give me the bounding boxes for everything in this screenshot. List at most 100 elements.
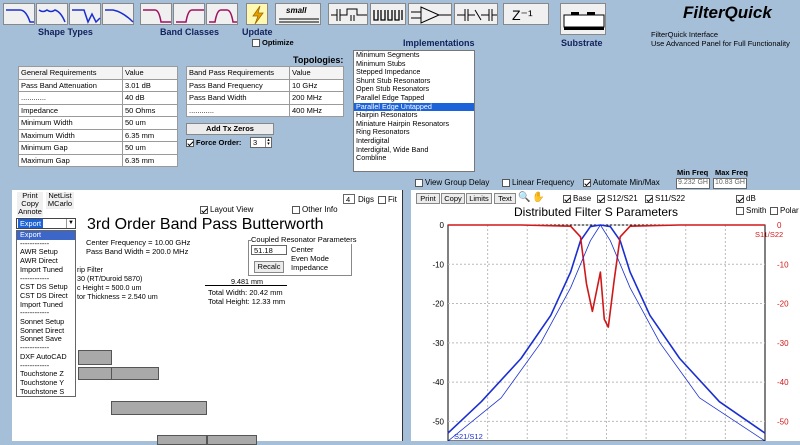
dimension-text: 9.481 mm — [231, 277, 263, 286]
center-label: Center — [291, 245, 314, 254]
impl-active-button[interactable] — [408, 3, 452, 25]
shape-type-chebyshev-button[interactable] — [36, 3, 68, 25]
app-title: FilterQuick — [683, 3, 772, 22]
table-row: ............ 40 dB — [18, 91, 178, 105]
mcarlo-button[interactable]: MCarlo — [46, 200, 74, 209]
min-freq-field[interactable]: 9.232 GH — [676, 178, 710, 189]
lowpass-shape-icon — [6, 9, 34, 23]
table-row: Maximum Width 6.35 mm — [18, 128, 178, 142]
linear-frequency-checkbox[interactable]: Linear Frequency — [502, 178, 574, 187]
smith-checkbox[interactable]: Smith — [736, 206, 766, 215]
db-checkbox[interactable]: dB — [736, 194, 756, 203]
small-button[interactable]: small — [275, 3, 321, 25]
coupled-value-field[interactable]: 51.18 — [251, 245, 287, 255]
max-freq-field[interactable]: 10.83 GH — [713, 178, 747, 189]
band-highpass-icon — [176, 9, 204, 23]
update-button[interactable] — [246, 3, 268, 25]
resonator-block — [111, 367, 159, 380]
plot-copy-button[interactable]: Copy — [441, 193, 465, 204]
force-order-stepper[interactable]: 3 ▴ ▾ — [250, 137, 272, 148]
impedance-label: Impedance — [291, 263, 329, 272]
layout-view-checkbox[interactable]: Layout View — [200, 205, 253, 214]
shape-types-label: Shape Types — [38, 27, 93, 37]
implementations-label: Implementations — [403, 38, 475, 48]
digs-field[interactable]: 4 — [343, 194, 355, 204]
total-height-text: Total Height: 12.33 mm — [208, 297, 286, 306]
shape-type-elliptic-button[interactable] — [69, 3, 101, 25]
resonator-block — [78, 350, 112, 365]
y-tick-label-left: -30 — [432, 339, 444, 348]
topologies-list[interactable]: Minimum Segments Minimum Stubs Stepped Imp… — [353, 50, 475, 172]
y-tick-label-right: -40 — [777, 378, 789, 387]
distributed-wave-icon — [373, 10, 403, 21]
linear-phase-shape-icon — [105, 9, 134, 23]
impl-digital-button[interactable]: Z⁻¹ — [503, 3, 549, 25]
center-frequency-text: Center Frequency = 10.00 GHz — [86, 238, 191, 247]
list-item[interactable]: Combline — [354, 154, 474, 163]
export-menu-item[interactable]: Touchstone S — [17, 387, 75, 397]
table-row: Minimum Gap 50 um — [18, 141, 178, 155]
layout-annote-button[interactable]: Annote — [17, 208, 43, 217]
switched-cap-icon — [457, 9, 497, 21]
app-subtitle: FilterQuick Interface — [651, 30, 719, 39]
y-tick-label-left: 0 — [440, 221, 445, 230]
other-info-checkbox[interactable]: Other Info — [292, 205, 338, 214]
band-class-highpass-button[interactable] — [173, 3, 205, 25]
view-group-delay-checkbox[interactable]: View Group Delay — [415, 178, 489, 187]
resonator-block — [157, 435, 207, 445]
table-row: Minimum Width 50 um — [18, 116, 178, 130]
total-width-text: Total Width: 20.42 mm — [208, 288, 283, 297]
min-freq-label: Min Freq — [677, 168, 709, 177]
band-bandpass-icon — [209, 9, 237, 23]
opamp-icon — [411, 6, 451, 24]
plot-text-button[interactable]: Text — [494, 193, 516, 204]
band-lowpass-icon — [143, 9, 171, 23]
z-minus-one-label: Z⁻¹ — [512, 7, 533, 23]
add-tx-zeros-button[interactable]: Add Tx Zeros — [186, 123, 274, 135]
plot-limits-button[interactable]: Limits — [466, 193, 492, 204]
optimize-checkbox[interactable]: Optimize — [252, 38, 294, 48]
y-tick-label-left: -20 — [432, 300, 444, 309]
y-tick-label-right: -20 — [777, 300, 789, 309]
fit-checkbox[interactable]: Fit — [378, 195, 397, 204]
impl-lumped-button[interactable] — [328, 3, 368, 25]
general-header-name: General Requirements — [18, 66, 123, 80]
y-tick-label-right: 0 — [777, 221, 782, 230]
pan-hand-icon[interactable]: ✋ — [532, 192, 544, 203]
shape-type-linear-phase-button[interactable] — [102, 3, 134, 25]
update-label: Update — [242, 27, 273, 37]
bandpass-header-name: Band Pass Requirements — [186, 66, 290, 80]
table-row: ............ 400 MHz — [186, 103, 344, 117]
recalc-button[interactable]: Recalc — [254, 261, 284, 273]
s12s21-checkbox[interactable]: S12/S21 — [597, 194, 638, 203]
band-class-lowpass-button[interactable] — [140, 3, 172, 25]
impl-distributed-button[interactable] — [370, 3, 406, 25]
max-freq-label: Max Freq — [715, 168, 748, 177]
lumped-circuit-icon — [331, 8, 367, 21]
substrate-info-4: tor Thickness = 2.540 um — [77, 292, 158, 301]
topologies-label: Topologies: — [293, 55, 344, 65]
resonator-block — [78, 367, 112, 380]
automate-min-max-checkbox[interactable]: Automate Min/Max — [583, 178, 660, 187]
plot-print-button[interactable]: Print — [416, 193, 440, 204]
stepper-arrows-icon[interactable]: ▴ ▾ — [265, 138, 271, 147]
band-class-bandpass-button[interactable] — [206, 3, 238, 25]
force-order-label: Force Order: — [196, 138, 242, 147]
base-checkbox[interactable]: Base — [563, 194, 591, 203]
export-select-value: Export — [18, 219, 44, 228]
zoom-icon[interactable]: 🔍 — [518, 192, 530, 203]
impl-switched-button[interactable] — [454, 3, 498, 25]
export-menu[interactable]: Export ------------ AWR Setup AWR Direct Imp… — [16, 230, 76, 398]
elliptic-shape-icon — [72, 9, 101, 24]
layout-title: 3rd Order Band Pass Butterworth — [87, 216, 324, 233]
substrate-info-1: rip Filter — [77, 265, 103, 274]
export-select[interactable]: Export ▼ — [16, 218, 76, 229]
substrate-button[interactable] — [560, 3, 606, 35]
polar-checkbox[interactable]: Polar — [770, 206, 799, 215]
shape-type-lowpass-button[interactable] — [3, 3, 35, 25]
chevron-down-icon[interactable]: ▼ — [66, 219, 75, 228]
s11s22-checkbox[interactable]: S11/S22 — [645, 194, 685, 203]
table-row: Pass Band Attenuation 3.01 dB — [18, 78, 178, 92]
bandpass-header-value: Value — [289, 66, 344, 80]
force-order-checkbox[interactable]: Force Order: — [186, 138, 242, 148]
